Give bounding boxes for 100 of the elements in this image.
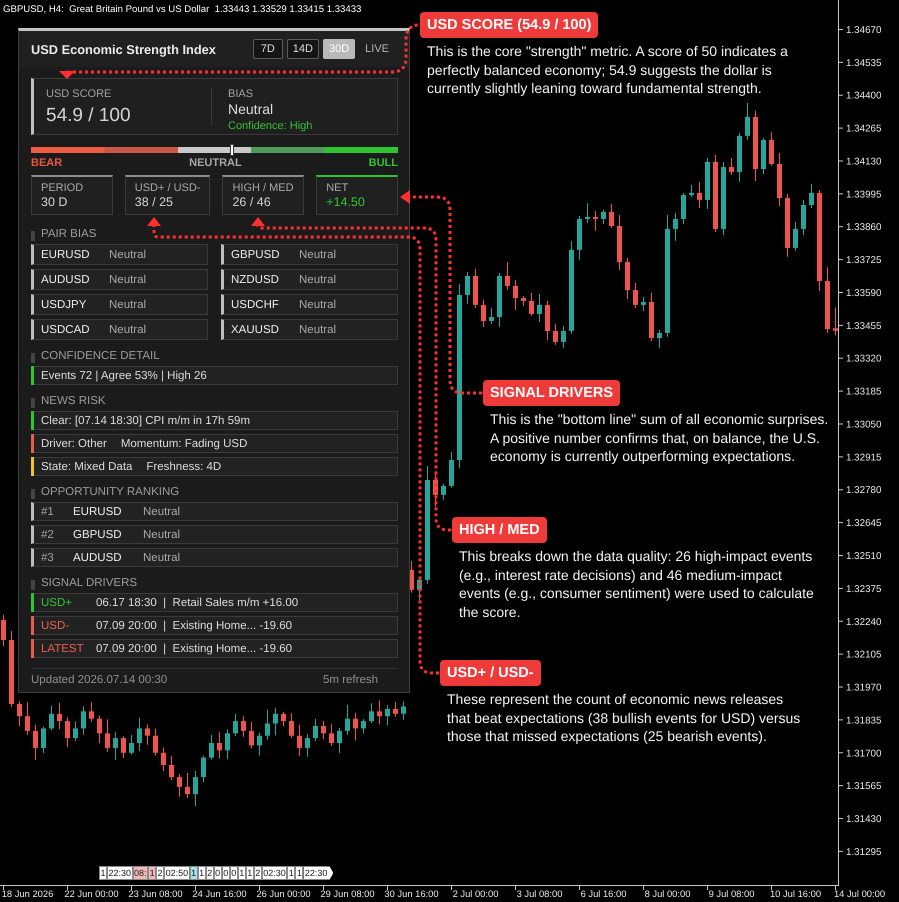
event-marker[interactable]: 22:30 [107, 866, 133, 880]
bias-value: Neutral [143, 506, 180, 518]
pair-symbol: XAUUSD [231, 324, 280, 336]
section-marker-icon [31, 580, 35, 590]
candlestick [273, 707, 278, 736]
price-axis-label: 1.31565 [846, 781, 882, 792]
candlestick [57, 702, 62, 730]
candlestick [161, 747, 166, 772]
pair-symbol: NZDUSD [231, 274, 280, 286]
pair-bias-row[interactable]: AUDUSD Neutral [31, 269, 208, 290]
price-axis-label: 1.33455 [846, 320, 882, 332]
pair-bias-row[interactable]: USDCAD Neutral [31, 319, 208, 340]
event-marker[interactable]: 1 [287, 866, 296, 880]
price-axis-label: 1.32510 [846, 551, 882, 562]
chart-symbol-header: GBPUSD, H4: Great Britain Pound vs US Dollar 1.33443 1.33529 1.33415 1.33433 [3, 4, 362, 15]
event-marker[interactable]: 02:30 [262, 866, 288, 880]
candlestick [89, 702, 94, 722]
event-marker[interactable]: 1 [99, 866, 108, 880]
candlestick [809, 183, 814, 208]
gauge-label: NEUTRAL [189, 156, 242, 170]
candlestick [209, 734, 214, 760]
detail-text: State: Mixed Data [41, 460, 132, 472]
pair-bias-row[interactable]: XAUUSD Neutral [221, 319, 398, 340]
candlestick [681, 192, 686, 225]
candlestick [545, 300, 550, 340]
candlestick [313, 718, 318, 742]
ranking-row[interactable]: #2 GBPUSD Neutral [31, 525, 398, 544]
price-axis-label: 1.33590 [846, 288, 882, 299]
event-marker[interactable]: 2 [156, 866, 164, 880]
candlestick [193, 770, 198, 807]
refresh-interval: 5m refresh [323, 674, 378, 686]
signal-detail: 07.09 20:00 | Existing Home... -19.60 [96, 620, 292, 632]
event-marker[interactable]: 1 [148, 866, 156, 880]
callout-description: This is the core "strength" metric. A score of 50 indicates a perfectly balanced economy; 54.9 suggests the dollar is currently slightly leaning toward fundamental strength. [427, 42, 789, 98]
candlestick [609, 203, 614, 228]
event-marker[interactable]: 1 [295, 866, 304, 880]
pair-bias-row[interactable]: NZDUSD Neutral [221, 269, 398, 290]
detail-text: Clear: [07.14 18:30] CPI m/m in 17h 59m [41, 414, 250, 426]
section-title: NEWS RISK [41, 394, 106, 408]
stat-value: 38 / 25 [134, 195, 173, 210]
candlestick [785, 194, 790, 258]
stat-value: +14.50 [326, 195, 365, 210]
candlestick [441, 483, 446, 500]
time-axis-label: 6 Jul 16:00 [580, 888, 626, 899]
price-axis-label: 1.32645 [846, 518, 882, 530]
signal-tag: USD+ [41, 596, 96, 608]
section-marker-icon [31, 352, 35, 362]
candlestick [113, 732, 118, 760]
candlestick [601, 209, 606, 225]
candlestick [289, 712, 294, 738]
candlestick [97, 715, 102, 744]
pair-symbol: GBPUSD [73, 528, 123, 540]
callout-description: These represent the count of economic news releases that beat expectations (38 bullish events for USD) versus those that missed expectations (25 bearish events). [447, 690, 802, 746]
candlestick [305, 734, 310, 758]
ranking-row[interactable]: #3 AUDUSD Neutral [31, 548, 398, 567]
range-tab[interactable]: LIVE [359, 39, 395, 59]
pair-bias-row[interactable]: USDJPY Neutral [31, 294, 208, 315]
event-marker[interactable]: 22:30 [303, 866, 334, 880]
rank-number: #3 [41, 552, 55, 564]
price-axis-label: 1.32915 [846, 452, 882, 464]
candlestick [337, 727, 342, 754]
updated-timestamp: Updated 2026.07.14 00:30 [31, 674, 168, 686]
candlestick [361, 718, 366, 734]
candlestick [225, 728, 230, 760]
bias-value: Neutral [109, 298, 146, 310]
pair-bias-row[interactable]: GBPUSD Neutral [221, 244, 398, 265]
range-tab[interactable]: 7D [252, 39, 283, 59]
candlestick [121, 736, 126, 758]
candlestick [833, 306, 838, 336]
ranking-row[interactable]: #1 EURUSD Neutral [31, 502, 398, 521]
price-axis-label: 1.34400 [846, 90, 882, 102]
candlestick [385, 704, 390, 726]
candlestick [761, 138, 766, 175]
range-tab[interactable]: 14D [286, 39, 319, 59]
candlestick [553, 323, 558, 346]
event-marker[interactable]: 02:50 [164, 866, 190, 880]
candlestick [481, 299, 486, 328]
panel-title: USD Economic Strength Index [31, 42, 216, 56]
event-marker[interactable]: 08: [132, 866, 148, 880]
bias-value: Neutral [299, 248, 336, 260]
candlestick [529, 292, 534, 316]
confidence-text: Confidence: High [228, 119, 312, 133]
callout-label: HIGH / MED [452, 517, 547, 543]
section-title: OPPORTUNITY RANKING [41, 485, 180, 499]
detail-text: Driver: Other [41, 438, 107, 450]
candlestick [729, 158, 734, 176]
candlestick [25, 702, 30, 736]
pair-bias-row[interactable]: EURUSD Neutral [31, 244, 208, 265]
pair-symbol: USDCHF [231, 298, 280, 310]
price-axis-label: 1.32240 [846, 616, 882, 628]
time-axis-label: 22 Jun 00:00 [64, 888, 119, 899]
stat-label: USD+ / USD- [134, 181, 200, 195]
bias-value: Neutral [143, 528, 180, 540]
candlestick [449, 452, 454, 488]
pair-bias-row[interactable]: USDCHF Neutral [221, 294, 398, 315]
candlestick [65, 716, 70, 748]
time-axis-label: 14 Jul 00:00 [834, 888, 886, 899]
candlestick [577, 216, 582, 260]
stat-label: NET [326, 181, 348, 195]
candlestick [281, 711, 286, 727]
